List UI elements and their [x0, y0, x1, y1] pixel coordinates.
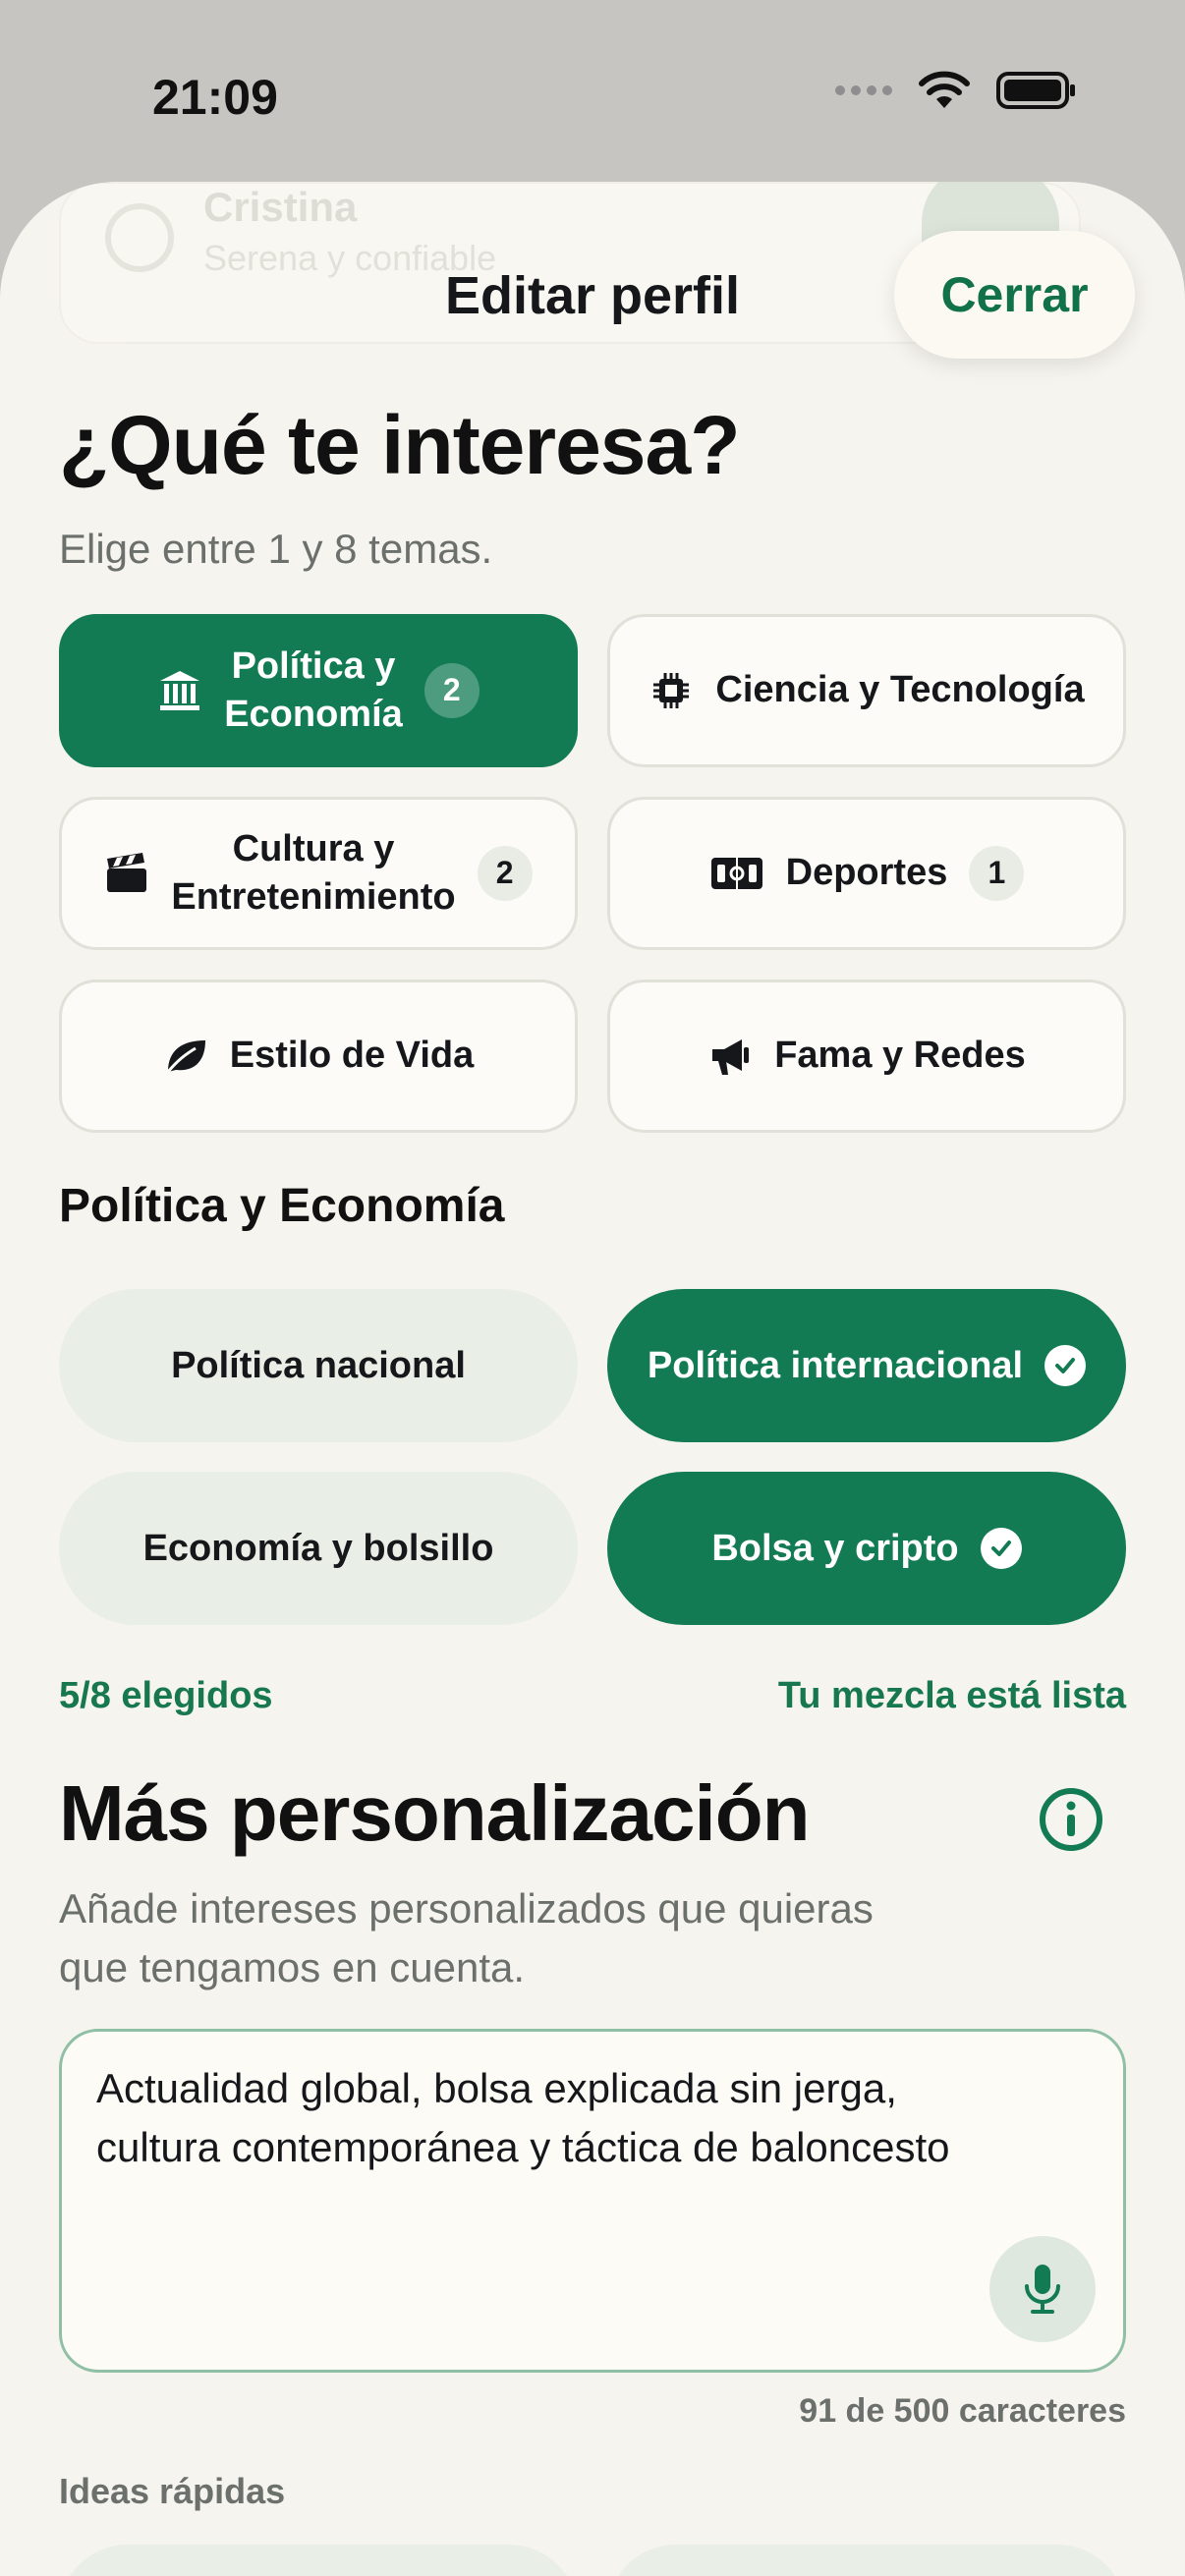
subtopic-bolsa-cripto[interactable]: Bolsa y cripto [607, 1472, 1126, 1625]
subtopic-politica-nacional[interactable]: Política nacional [59, 1289, 578, 1442]
subtopic-label: Bolsa y cripto [711, 1527, 959, 1569]
topic-deportes[interactable]: Deportes 1 [607, 797, 1126, 950]
personalization-subtitle: Añade intereses personalizados que quier… [59, 1885, 874, 1990]
subtopic-politica-internacional[interactable]: Política internacional [607, 1289, 1126, 1442]
topic-politica-economia[interactable]: Política y Economía 2 [59, 614, 578, 767]
battery-icon [996, 71, 1077, 110]
quick-ideas-label: Ideas rápidas [59, 2471, 286, 2511]
topic-estilo-de-vida[interactable]: Estilo de Vida [59, 980, 578, 1133]
clapperboard-icon [104, 851, 149, 896]
wifi-icon [918, 71, 971, 110]
subtopic-grid: Política nacional Política internacional… [59, 1289, 1126, 1625]
microphone-button[interactable] [989, 2236, 1096, 2342]
megaphone-icon [707, 1034, 753, 1079]
status-time: 21:09 [152, 70, 278, 125]
status-icons [835, 71, 1077, 110]
radio-icon [105, 203, 174, 272]
status-bar: 21:09 [0, 0, 1185, 187]
checkmark-icon [1044, 1345, 1087, 1386]
topic-ciencia-tecnologia[interactable]: Ciencia y Tecnología [607, 614, 1126, 767]
topic-label: Fama y Redes [774, 1035, 1026, 1077]
custom-interests-textarea[interactable]: Actualidad global, bolsa explicada sin j… [59, 2029, 1126, 2373]
close-button[interactable]: Cerrar [894, 231, 1135, 359]
selection-count: 5/8 elegidos [59, 1675, 273, 1716]
background-card-name: Cristina [203, 184, 358, 230]
subtopic-economia-bolsillo[interactable]: Economía y bolsillo [59, 1472, 578, 1625]
subtopic-label: Política internacional [647, 1344, 1024, 1386]
scoreboard-icon [709, 851, 764, 896]
topic-label: Deportes [785, 852, 948, 894]
topic-fama-redes[interactable]: Fama y Redes [607, 980, 1126, 1133]
chip-icon [649, 668, 694, 713]
info-icon[interactable] [1037, 1785, 1105, 1854]
topic-grid: Política y Economía 2 Ciencia y Tecnologí… [59, 614, 1126, 1133]
subtopics-heading: Política y Economía [59, 1180, 505, 1232]
microphone-icon [1025, 2265, 1060, 2314]
topic-label: Ciencia y Tecnología [715, 669, 1085, 711]
cellular-signal-icon [835, 85, 892, 95]
character-count: 91 de 500 caracteres [799, 2392, 1126, 2430]
topic-cultura-entretenimiento[interactable]: Cultura y Entretenimiento 2 [59, 797, 578, 950]
subtopic-label: Economía y bolsillo [142, 1527, 494, 1569]
interests-heading: ¿Qué te interesa? [59, 399, 741, 491]
topic-label: Estilo de Vida [229, 1035, 475, 1077]
personalization-heading: Más personalización [59, 1769, 810, 1857]
edit-profile-sheet: Cristina Serena y confiable Editar perfi… [0, 182, 1185, 2576]
quick-idea-chip[interactable] [59, 2545, 578, 2576]
topic-count-badge: 2 [423, 663, 480, 718]
topic-count-badge: 1 [969, 846, 1025, 901]
mix-ready-label: Tu mezcla está lista [777, 1675, 1126, 1716]
leaf-icon [163, 1034, 208, 1079]
quick-idea-chip[interactable] [607, 2545, 1126, 2576]
selection-summary: 5/8 elegidos Tu mezcla está lista [59, 1675, 1126, 1717]
topic-label: Cultura y Entretenimiento [171, 827, 456, 918]
subtopic-label: Política nacional [171, 1344, 466, 1386]
interests-subtitle: Elige entre 1 y 8 temas. [59, 526, 493, 572]
bank-icon [157, 668, 202, 713]
topic-count-badge: 2 [477, 846, 533, 901]
topic-label: Política y Economía [224, 644, 403, 735]
checkmark-icon [980, 1528, 1022, 1569]
custom-interests-text: Actualidad global, bolsa explicada sin j… [96, 2065, 950, 2170]
